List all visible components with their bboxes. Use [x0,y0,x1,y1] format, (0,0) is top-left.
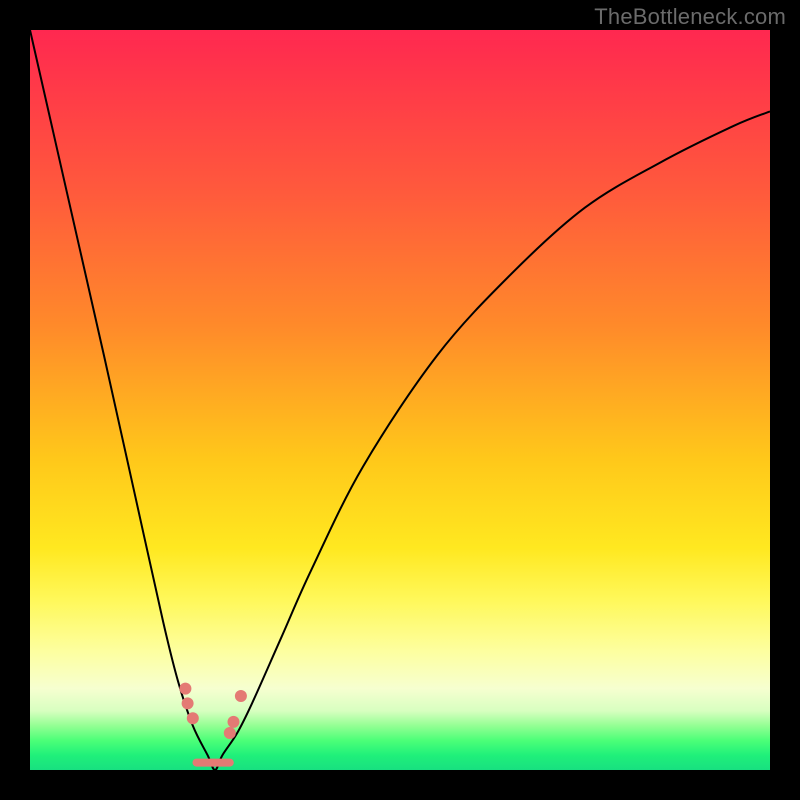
data-marker [235,690,247,702]
data-marker [224,727,236,739]
plot-canvas [30,30,770,770]
bottleneck-curve [30,30,770,770]
data-marker [187,712,199,724]
plot-frame [30,30,770,770]
marker-group [179,683,247,739]
data-marker [182,697,194,709]
data-marker [179,683,191,695]
data-marker [228,716,240,728]
watermark-text: TheBottleneck.com [594,4,786,30]
